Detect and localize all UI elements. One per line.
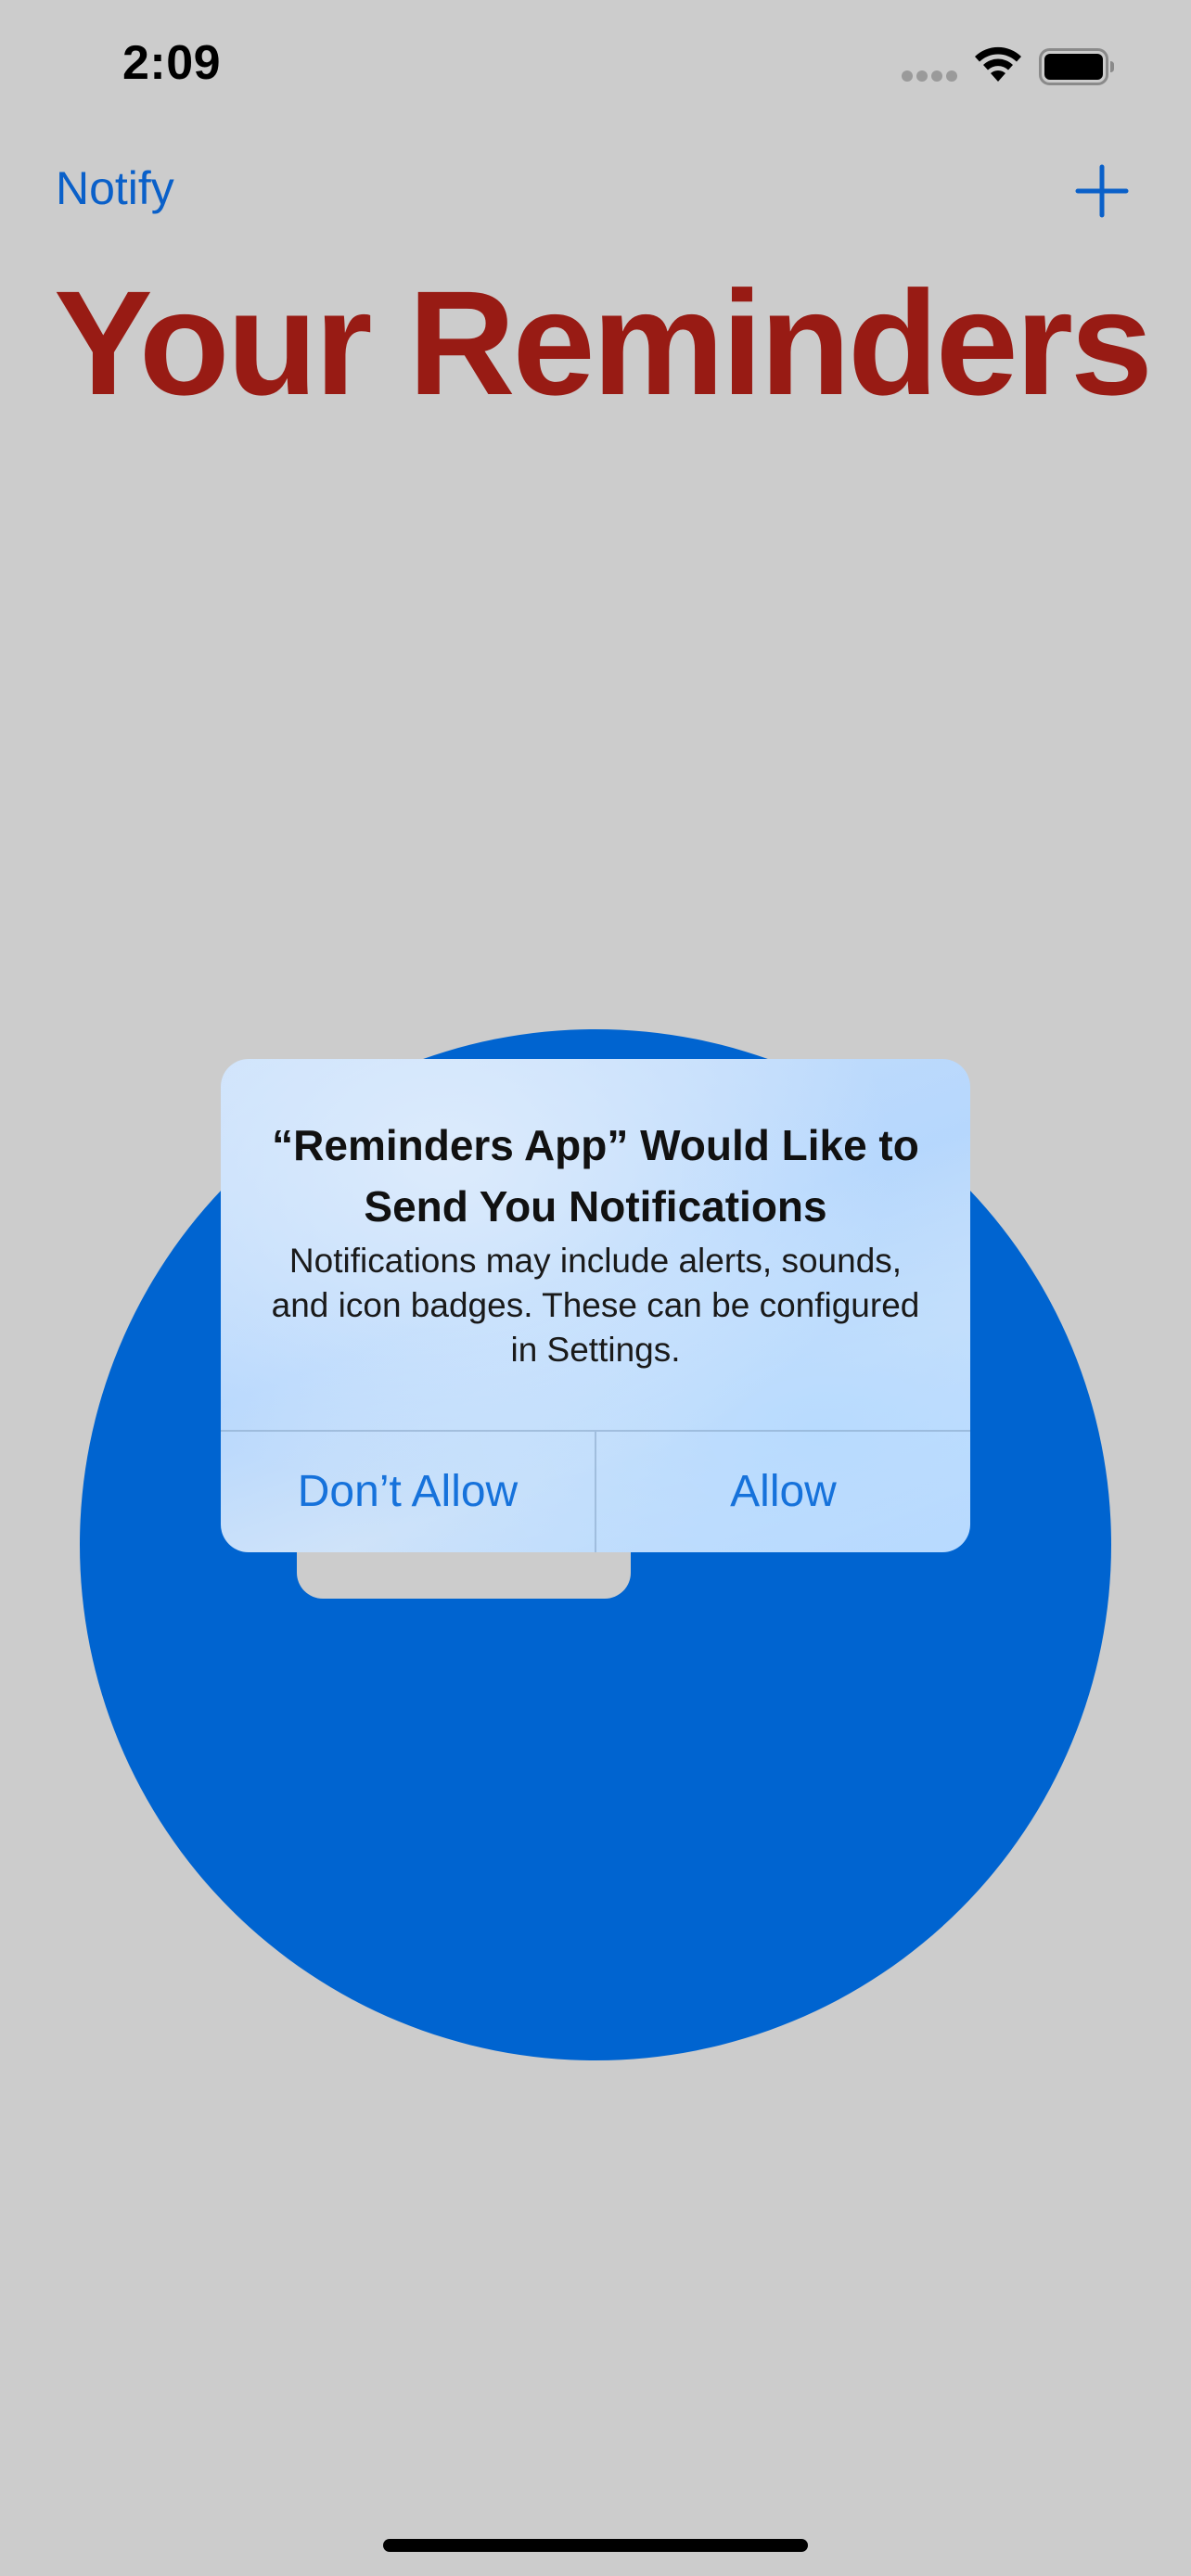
allow-button[interactable]: Allow: [596, 1432, 970, 1552]
screen: { "status_bar": { "time": "2:09", "icons…: [0, 0, 1191, 2576]
alert-title: “Reminders App” Would Like to Send You N…: [272, 1121, 919, 1231]
home-indicator[interactable]: [383, 2539, 808, 2552]
alert-message: Notifications may include alerts, sounds…: [271, 1242, 920, 1369]
cellular-signal-icon: [902, 70, 957, 83]
wifi-icon: [975, 46, 1021, 82]
notify-button[interactable]: Notify: [56, 161, 174, 215]
status-time: 2:09: [122, 36, 222, 90]
battery-icon: [1039, 48, 1114, 85]
dont-allow-button[interactable]: Don’t Allow: [221, 1432, 595, 1552]
page-title: Your Reminders: [54, 260, 1153, 426]
notification-permission-alert: “Reminders App” Would Like to Send You N…: [221, 1059, 970, 1552]
plus-icon[interactable]: [1074, 163, 1130, 219]
